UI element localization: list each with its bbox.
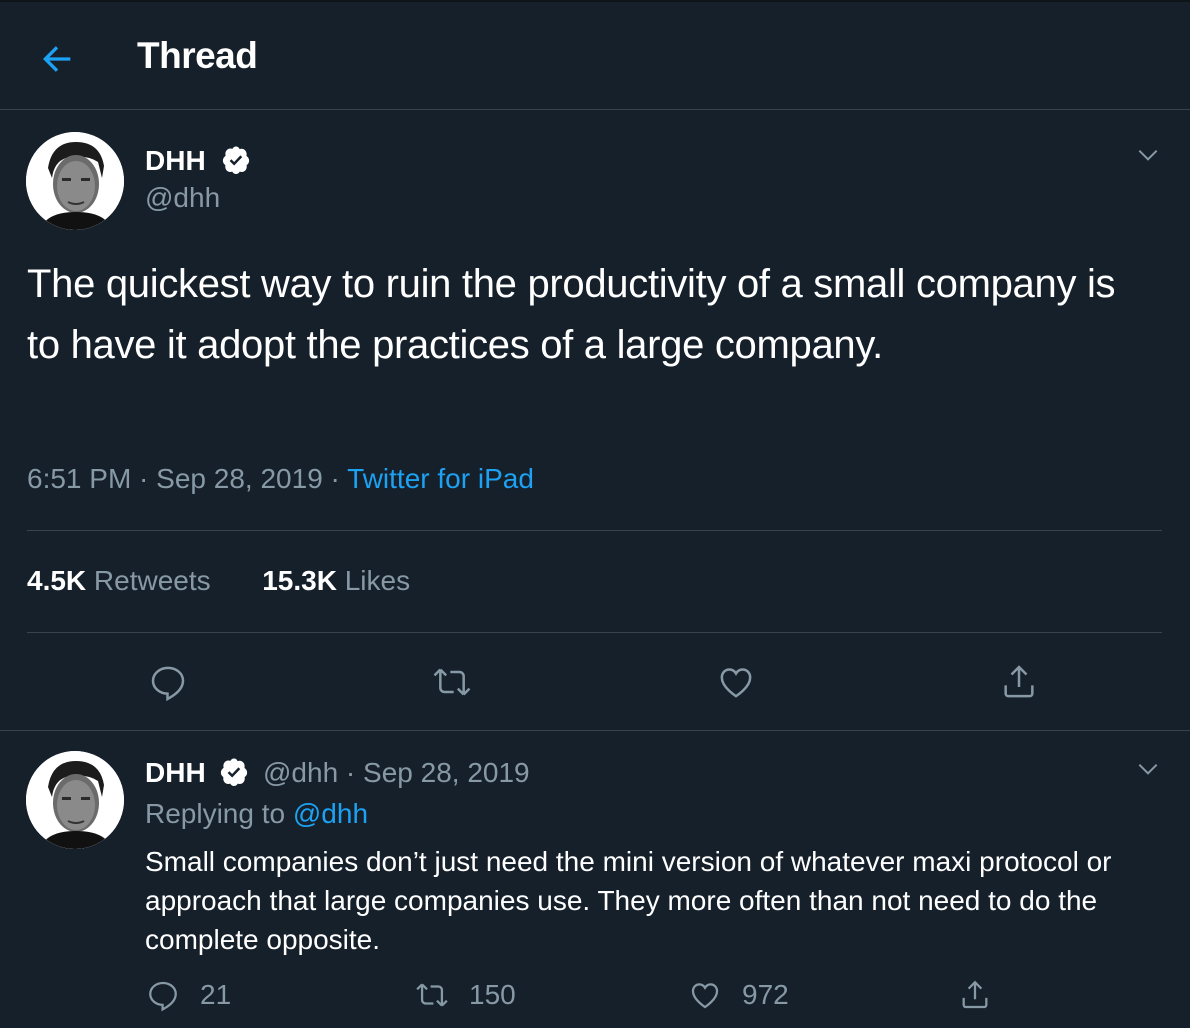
tweet-stats: 4.5K Retweets 15.3K Likes bbox=[27, 565, 410, 597]
retweet-icon bbox=[416, 983, 448, 1007]
verified-badge-icon bbox=[219, 757, 249, 792]
chevron-down-icon bbox=[1138, 763, 1158, 775]
arrow-left-icon bbox=[43, 46, 71, 72]
reply-count: 21 bbox=[200, 979, 232, 1010]
avatar[interactable] bbox=[26, 751, 124, 849]
retweet-button[interactable] bbox=[431, 662, 473, 702]
share-icon bbox=[1004, 665, 1034, 698]
tweet-date[interactable]: Sep 28, 2019 bbox=[156, 463, 323, 494]
verified-badge-icon bbox=[221, 145, 251, 180]
thread-page: Thread DHH @dhh The quickest way to ruin… bbox=[0, 0, 1190, 1028]
reply-text: Small companies don’t just need the mini… bbox=[145, 846, 1112, 955]
author-handle[interactable]: @dhh bbox=[145, 182, 220, 214]
meta-separator: · bbox=[131, 463, 157, 494]
tweet-source-link[interactable]: Twitter for iPad bbox=[347, 463, 534, 494]
reply-icon bbox=[151, 666, 185, 702]
replying-to: Replying to @dhh bbox=[145, 798, 368, 830]
reply-handle-line: @dhh · Sep 28, 2019 bbox=[263, 757, 530, 789]
tweet-meta: 6:51 PM · Sep 28, 2019 · Twitter for iPa… bbox=[27, 463, 534, 495]
tweet-time[interactable]: 6:51 PM bbox=[27, 463, 131, 494]
share-button[interactable] bbox=[999, 662, 1039, 702]
replying-mention-link[interactable]: @dhh bbox=[293, 798, 368, 829]
reply-reply-button[interactable]: 21 bbox=[146, 978, 231, 1012]
chevron-down-icon bbox=[1138, 149, 1158, 161]
likes-label: Likes bbox=[336, 565, 411, 596]
avatar-portrait-image bbox=[26, 751, 124, 849]
avatar[interactable] bbox=[26, 132, 124, 230]
replying-prefix: Replying to bbox=[145, 798, 293, 829]
back-button[interactable] bbox=[34, 36, 80, 82]
reply-date[interactable]: Sep 28, 2019 bbox=[363, 757, 530, 788]
meta-separator: · bbox=[322, 463, 348, 494]
avatar-portrait-image bbox=[26, 132, 124, 230]
retweets-label: Retweets bbox=[86, 565, 211, 596]
tweet-text: The quickest way to ruin the productivit… bbox=[27, 262, 1116, 367]
reply-retweet-button[interactable]: 150 bbox=[413, 978, 516, 1012]
likes-stat[interactable]: 15.3K Likes bbox=[262, 565, 410, 596]
thread-header: Thread bbox=[0, 2, 1190, 110]
divider bbox=[27, 632, 1162, 633]
reply-share-button[interactable] bbox=[958, 978, 992, 1012]
reply-author-name[interactable]: DHH bbox=[145, 757, 206, 789]
retweet-icon bbox=[433, 668, 471, 696]
page-title: Thread bbox=[137, 35, 258, 76]
reply-menu-button[interactable] bbox=[1133, 754, 1163, 784]
meta-separator: · bbox=[338, 757, 364, 788]
divider bbox=[27, 530, 1162, 531]
share-icon bbox=[962, 980, 988, 1009]
retweet-count: 150 bbox=[469, 979, 516, 1010]
author-name[interactable]: DHH bbox=[145, 145, 206, 177]
retweets-stat[interactable]: 4.5K Retweets bbox=[27, 565, 211, 596]
like-count: 972 bbox=[742, 979, 789, 1010]
like-icon bbox=[691, 983, 719, 1009]
like-icon bbox=[720, 668, 752, 698]
reply-like-button[interactable]: 972 bbox=[688, 978, 789, 1012]
reply-icon bbox=[149, 981, 177, 1012]
reply-button[interactable] bbox=[148, 662, 188, 702]
tweet-menu-button[interactable] bbox=[1133, 140, 1163, 170]
like-button[interactable] bbox=[716, 662, 756, 702]
reply-author-handle[interactable]: @dhh bbox=[263, 757, 338, 788]
likes-count: 15.3K bbox=[262, 565, 337, 596]
tweet-separator bbox=[0, 730, 1190, 731]
retweets-count: 4.5K bbox=[27, 565, 87, 596]
